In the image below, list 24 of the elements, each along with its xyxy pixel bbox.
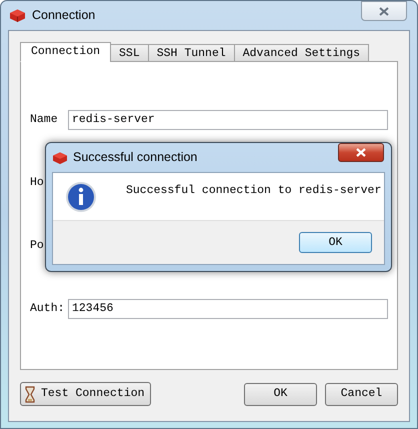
window-title: Connection	[32, 7, 96, 24]
tab[interactable]: Connection	[20, 42, 112, 62]
field-label: Po	[30, 238, 45, 254]
close-icon	[379, 6, 389, 16]
cube-icon	[9, 8, 26, 23]
field-label: Auth:	[30, 301, 66, 318]
dialog-message: Successful connection to redis-server	[126, 182, 382, 199]
close-button[interactable]	[338, 143, 384, 162]
field-label: Name	[30, 112, 59, 128]
tab[interactable]: Advanced Settings	[234, 44, 370, 62]
hourglass-icon	[25, 386, 35, 402]
ok-button[interactable]: OK	[244, 382, 317, 406]
cancel-button[interactable]: Cancel	[325, 382, 398, 406]
cube-icon	[52, 150, 68, 164]
dialog-title: Successful connection	[73, 149, 198, 166]
close-icon	[356, 148, 366, 157]
info-icon	[65, 180, 97, 212]
tab[interactable]: SSL	[110, 44, 149, 62]
input-field[interactable]: redis-server	[68, 110, 388, 130]
ok-button[interactable]: OK	[299, 232, 372, 253]
field-label: Ho	[30, 175, 45, 192]
tab[interactable]: SSH Tunnel	[148, 44, 235, 62]
input-field[interactable]: 123456	[68, 299, 388, 319]
test-connection-button[interactable]: Test Connection	[20, 382, 151, 406]
